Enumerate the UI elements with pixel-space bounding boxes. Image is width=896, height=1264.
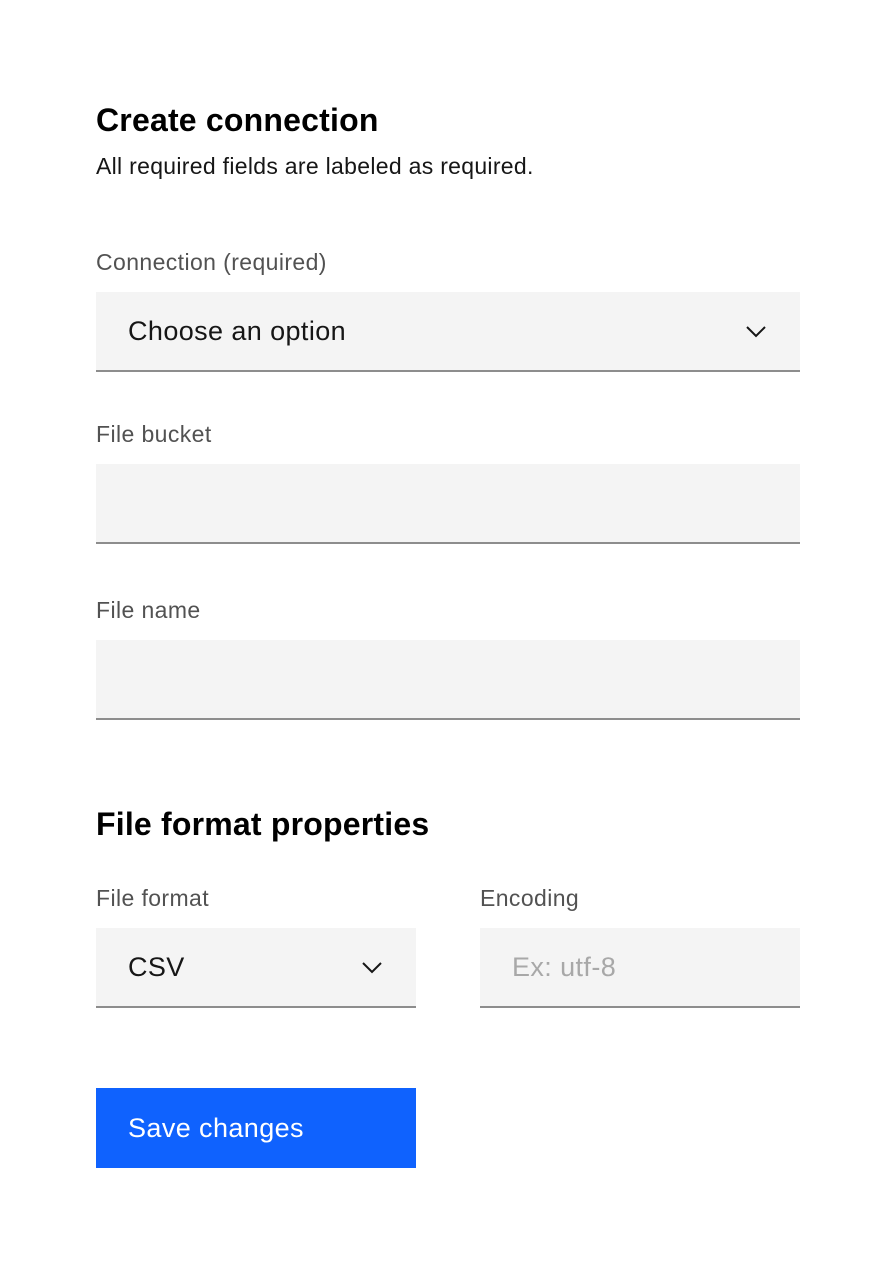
file-bucket-label: File bucket	[96, 421, 212, 447]
file-bucket-input[interactable]	[96, 464, 800, 544]
page-title: Create connection	[96, 102, 379, 138]
file-format-label: File format	[96, 885, 210, 911]
form-description: All required fields are labeled as requi…	[96, 153, 534, 179]
connection-label: Connection (required)	[96, 249, 327, 275]
chevron-down-icon	[362, 962, 382, 974]
encoding-input[interactable]	[480, 928, 800, 1008]
chevron-down-icon	[746, 326, 766, 338]
file-name-input[interactable]	[96, 640, 800, 720]
file-format-select[interactable]: CSV	[96, 928, 416, 1008]
file-format-section-title: File format properties	[96, 806, 430, 842]
file-name-label: File name	[96, 597, 201, 623]
connection-select[interactable]: Choose an option	[96, 292, 800, 372]
encoding-label: Encoding	[480, 885, 580, 911]
save-changes-button[interactable]: Save changes	[96, 1088, 416, 1168]
connection-selected-value: Choose an option	[128, 316, 347, 346]
file-format-selected-value: CSV	[128, 952, 185, 982]
